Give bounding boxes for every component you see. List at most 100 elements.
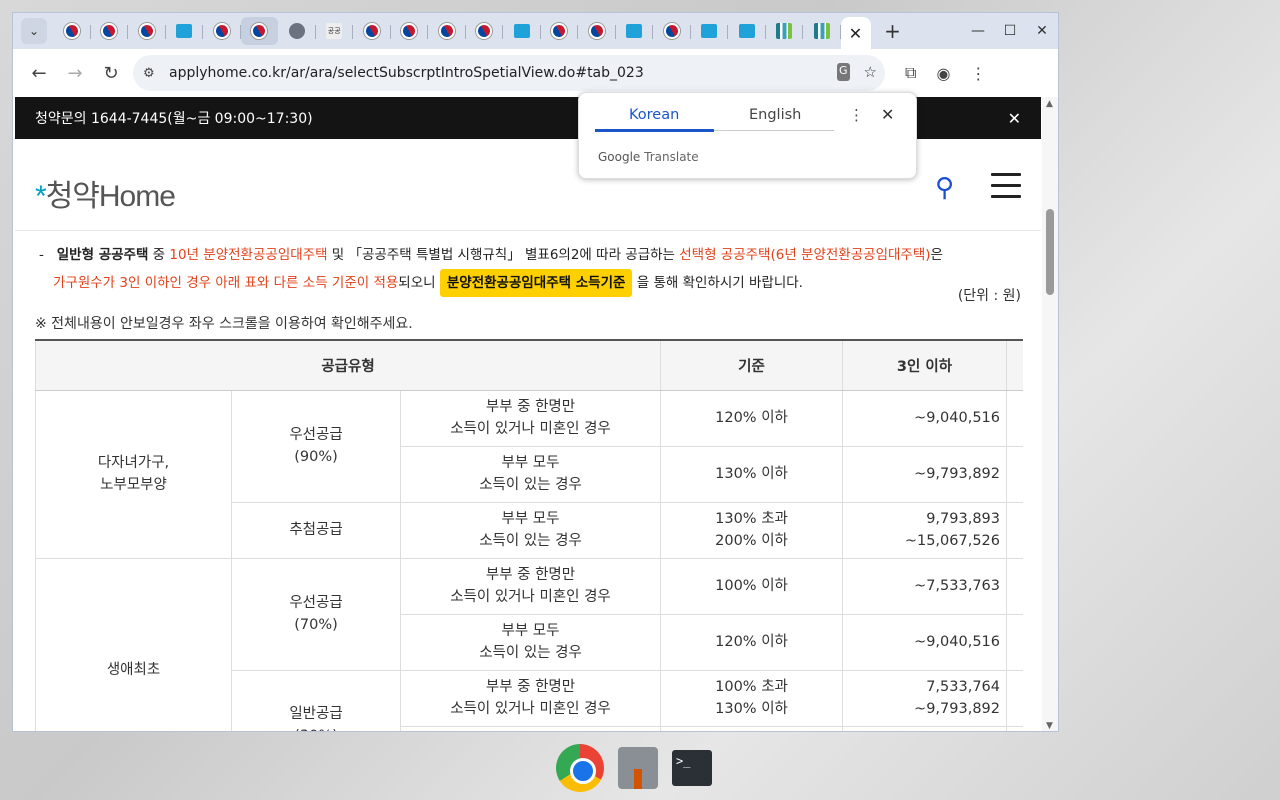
browser-window: ⌄ 공공 ✕ + — ☐ ✕ ← → ↻ ⚙ applyhome.co.kr/a… bbox=[12, 12, 1059, 732]
kr-flag-icon bbox=[210, 20, 233, 42]
header-criteria: 기준 bbox=[660, 339, 843, 391]
browser-tab[interactable] bbox=[766, 17, 803, 45]
browser-tab[interactable] bbox=[391, 17, 428, 45]
page-scrollbar[interactable]: ▲ ▼ bbox=[1042, 97, 1058, 731]
kr-flag-icon bbox=[98, 20, 121, 42]
maximize-icon[interactable]: ☐ bbox=[994, 23, 1026, 39]
back-button[interactable]: ← bbox=[21, 63, 57, 84]
sub-priority70: 우선공급 (70%) bbox=[231, 557, 401, 671]
target-lang-tab[interactable]: English bbox=[749, 107, 801, 123]
close-icon[interactable]: ✕ bbox=[849, 24, 862, 43]
table-row: 다자녀가구, 노부모부양 우선공급 (90%) 부부 중 한명만 소득이 있거나… bbox=[35, 389, 1023, 559]
search-icon[interactable]: ⚲ bbox=[935, 173, 954, 203]
bookmark-star-icon[interactable]: ☆ bbox=[864, 63, 877, 81]
applyhome-icon bbox=[626, 24, 643, 38]
browser-tab[interactable] bbox=[653, 17, 691, 45]
browser-tab[interactable] bbox=[428, 17, 466, 45]
text-icon: 공공 bbox=[326, 23, 343, 39]
header-3p: 3인 이하 bbox=[842, 339, 1007, 391]
chrome-app-icon[interactable] bbox=[556, 744, 604, 792]
tab-strip: ⌄ 공공 ✕ + — ☐ ✕ bbox=[13, 13, 1058, 49]
logo-star-icon: * bbox=[35, 180, 47, 213]
chevron-down-icon: ⌄ bbox=[28, 24, 40, 38]
kr-flag-icon bbox=[60, 20, 83, 42]
scroll-hint: ※ 전체내용이 안보일경우 좌우 스크롤을 이용하여 확인해주세요. bbox=[35, 316, 413, 332]
notice-text: 청약문의 1644-7445(월~금 09:00~17:30) bbox=[35, 111, 313, 127]
bars-icon bbox=[776, 23, 793, 39]
kr-flag-icon bbox=[660, 20, 683, 42]
kr-flag-icon bbox=[435, 20, 458, 42]
browser-tab[interactable] bbox=[578, 17, 616, 45]
browser-tab[interactable] bbox=[503, 17, 541, 45]
unit-label: (단위 : 원) bbox=[957, 288, 1021, 304]
menu-dots-icon[interactable]: ⋮ bbox=[970, 64, 986, 83]
group-first: 생애최초 bbox=[35, 557, 232, 731]
google-translate-brand: Google Translate bbox=[598, 150, 699, 164]
browser-tab[interactable] bbox=[203, 17, 241, 45]
kr-flag-icon bbox=[248, 20, 271, 42]
profile-icon[interactable]: ◉ bbox=[936, 64, 950, 83]
close-icon[interactable]: ✕ bbox=[881, 105, 894, 124]
kr-flag-icon bbox=[473, 20, 496, 42]
address-bar[interactable]: ⚙ applyhome.co.kr/ar/ara/selectSubscrptI… bbox=[133, 55, 885, 91]
web-page: 청약문의 1644-7445(월~금 09:00~17:30) ✕ *청약Hom… bbox=[13, 97, 1043, 731]
sub-general: 일반공급 (30%) bbox=[231, 669, 401, 731]
browser-tab[interactable] bbox=[541, 17, 578, 45]
more-options-icon[interactable]: ⋮ bbox=[849, 106, 864, 124]
close-window-icon[interactable]: ✕ bbox=[1026, 23, 1058, 39]
browser-tab[interactable] bbox=[616, 17, 653, 45]
taskbar: >_ bbox=[548, 740, 728, 796]
applyhome-icon bbox=[701, 24, 718, 38]
translate-icon[interactable]: G bbox=[837, 63, 850, 81]
browser-tab[interactable] bbox=[803, 17, 841, 45]
url-text[interactable]: applyhome.co.kr/ar/ara/selectSubscrptInt… bbox=[169, 65, 644, 81]
table-row: 생애최초 우선공급 (70%) 부부 중 한명만 소득이 있거나 미혼인 경우 … bbox=[35, 557, 1023, 731]
site-info-icon[interactable]: ⚙ bbox=[143, 66, 165, 81]
active-tab[interactable]: ✕ bbox=[840, 17, 871, 49]
browser-tab[interactable] bbox=[53, 17, 91, 45]
scrollbar-thumb[interactable] bbox=[1046, 209, 1054, 295]
extensions-icon[interactable]: ⧉ bbox=[905, 63, 916, 83]
header-supply-type: 공급유형 bbox=[35, 339, 661, 391]
forward-button[interactable]: → bbox=[57, 63, 93, 84]
kr-flag-icon bbox=[360, 20, 383, 42]
kr-flag-icon bbox=[398, 20, 421, 42]
income-criteria-link[interactable]: 분양전환공공임대주택 소득기준 bbox=[439, 269, 633, 297]
kr-flag-icon bbox=[585, 20, 608, 42]
browser-tab[interactable] bbox=[728, 17, 766, 45]
browser-tab[interactable] bbox=[466, 17, 503, 45]
terminal-app-icon[interactable]: >_ bbox=[672, 750, 712, 786]
browser-tab[interactable] bbox=[278, 17, 316, 45]
reload-button[interactable]: ↻ bbox=[93, 63, 129, 84]
tool-app-icon[interactable] bbox=[618, 747, 658, 789]
close-icon[interactable]: ✕ bbox=[1008, 109, 1021, 128]
income-table: 공급유형 기준 3인 이하 다자녀가구, 노부모부양 우선공급 (90%) 부부… bbox=[35, 339, 1023, 731]
applyhome-icon bbox=[176, 24, 193, 38]
browser-tab[interactable] bbox=[91, 17, 128, 45]
browser-tab[interactable] bbox=[128, 17, 166, 45]
browser-tab[interactable]: 공공 bbox=[316, 17, 353, 45]
income-notice: - 일반형 공공주택 중 10년 분양전환공공임대주택 및 「공공주택 특별법 … bbox=[39, 241, 1029, 297]
scroll-up-icon[interactable]: ▲ bbox=[1046, 99, 1053, 109]
sub-priority90: 우선공급 (90%) bbox=[231, 389, 401, 503]
browser-tab[interactable] bbox=[240, 17, 278, 45]
applyhome-icon bbox=[738, 24, 755, 38]
new-tab-button[interactable]: + bbox=[877, 19, 909, 43]
group-multi: 다자녀가구, 노부모부양 bbox=[35, 389, 232, 559]
site-logo[interactable]: *청약Home bbox=[35, 171, 176, 215]
browser-tab[interactable] bbox=[691, 17, 728, 45]
browser-tab[interactable] bbox=[166, 17, 203, 45]
translate-popup: Korean English ⋮ ✕ Google Translate bbox=[578, 92, 917, 179]
browser-tab[interactable] bbox=[353, 17, 391, 45]
tab-search-button[interactable]: ⌄ bbox=[21, 18, 47, 44]
browser-toolbar: ← → ↻ ⚙ applyhome.co.kr/ar/ara/selectSub… bbox=[13, 49, 1058, 97]
bars-icon bbox=[813, 23, 830, 39]
hamburger-menu-icon[interactable] bbox=[991, 173, 1021, 198]
sub-lottery: 추첨공급 bbox=[231, 501, 401, 559]
minimize-icon[interactable]: — bbox=[962, 23, 994, 39]
kr-flag-icon bbox=[135, 20, 158, 42]
applyhome-icon bbox=[513, 24, 530, 38]
kr-flag-icon bbox=[548, 20, 571, 42]
scroll-down-icon[interactable]: ▼ bbox=[1046, 721, 1053, 731]
source-lang-tab[interactable]: Korean bbox=[629, 107, 679, 123]
